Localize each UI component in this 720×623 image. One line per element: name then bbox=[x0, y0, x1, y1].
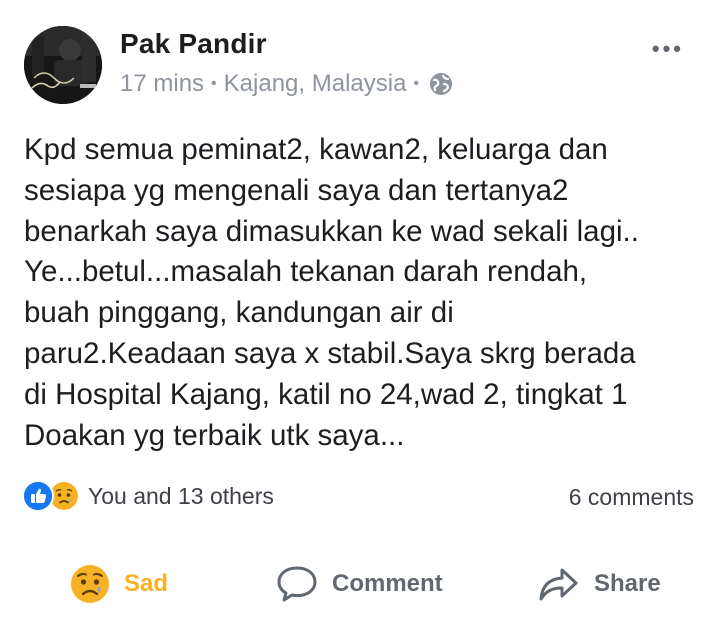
post-body-line: di Hospital Kajang, katil no 24,wad 2, t… bbox=[24, 377, 628, 411]
post-body-line: buah pinggang, kandungan air di bbox=[24, 296, 454, 330]
post-body-line: Doakan yg terbaik utk saya... bbox=[24, 418, 405, 452]
like-icon bbox=[22, 480, 54, 512]
facebook-post: Pak Pandir 17 mins • Kajang, Malaysia • … bbox=[0, 0, 720, 623]
post-body-line: paru2.Keadaan saya x stabil.Saya skrg be… bbox=[24, 336, 636, 370]
reactions-count: You and 13 others bbox=[88, 482, 274, 509]
sad-emoji-icon bbox=[70, 564, 110, 604]
action-bar: Sad Comment Share bbox=[0, 556, 720, 616]
comments-count[interactable]: 6 comments bbox=[569, 484, 694, 511]
globe-icon bbox=[428, 71, 454, 97]
post-body-line: benarkah saya dimasukkan ke wad sekali l… bbox=[24, 214, 639, 248]
comment-button-label: Comment bbox=[332, 570, 443, 597]
post-body-line: Kpd semua peminat2, kawan2, keluarga dan bbox=[24, 133, 608, 166]
post-location[interactable]: Kajang, Malaysia bbox=[224, 70, 407, 98]
share-icon bbox=[538, 564, 580, 604]
share-button-label: Share bbox=[594, 570, 661, 597]
meta-separator: • bbox=[211, 75, 217, 92]
post-time[interactable]: 17 mins bbox=[120, 70, 204, 98]
post-meta: 17 mins • Kajang, Malaysia • bbox=[120, 70, 454, 98]
reactions-summary[interactable]: You and 13 others bbox=[22, 480, 274, 512]
meta-separator: • bbox=[413, 75, 420, 92]
avatar-image bbox=[24, 26, 102, 104]
share-button[interactable]: Share bbox=[538, 564, 661, 604]
avatar[interactable] bbox=[24, 26, 102, 104]
react-button[interactable]: Sad bbox=[70, 564, 168, 604]
comment-icon bbox=[276, 564, 318, 604]
post-body-line: Ye...betul...masalah tekanan darah renda… bbox=[24, 255, 588, 289]
post-body-line: sesiapa yg mengenali saya dan tertanya2 bbox=[24, 173, 569, 207]
post-body: Kpd semua peminat2, kawan2, keluarga dan… bbox=[24, 130, 714, 456]
author-name[interactable]: Pak Pandir bbox=[120, 28, 267, 60]
react-button-label: Sad bbox=[124, 570, 169, 597]
more-options-icon[interactable]: ••• bbox=[652, 36, 684, 62]
comment-button[interactable]: Comment bbox=[276, 564, 443, 604]
